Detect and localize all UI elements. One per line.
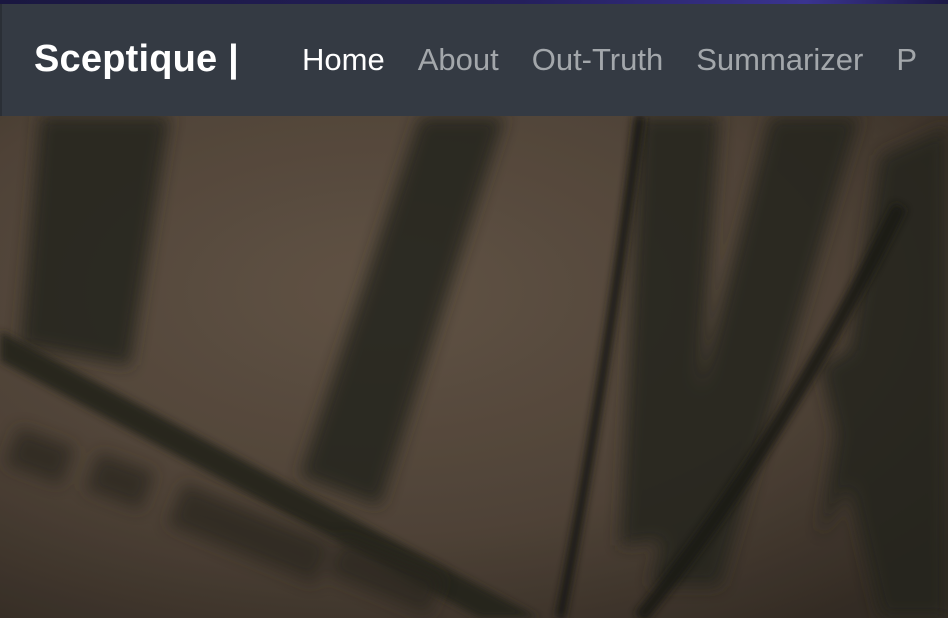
blurred-newspaper-image <box>0 116 948 618</box>
brand-logo[interactable]: Sceptique | <box>34 38 239 81</box>
nav-link-partial[interactable]: P <box>896 42 917 78</box>
nav-link-home[interactable]: Home <box>302 42 385 78</box>
navbar: Sceptique | Home About Out-Truth Summari… <box>0 4 948 116</box>
hero-background-image <box>0 116 948 618</box>
nav-link-summarizer[interactable]: Summarizer <box>696 42 863 78</box>
nav-links: Home About Out-Truth Summarizer P <box>302 42 948 78</box>
nav-link-about[interactable]: About <box>418 42 499 78</box>
nav-link-out-truth[interactable]: Out-Truth <box>532 42 664 78</box>
